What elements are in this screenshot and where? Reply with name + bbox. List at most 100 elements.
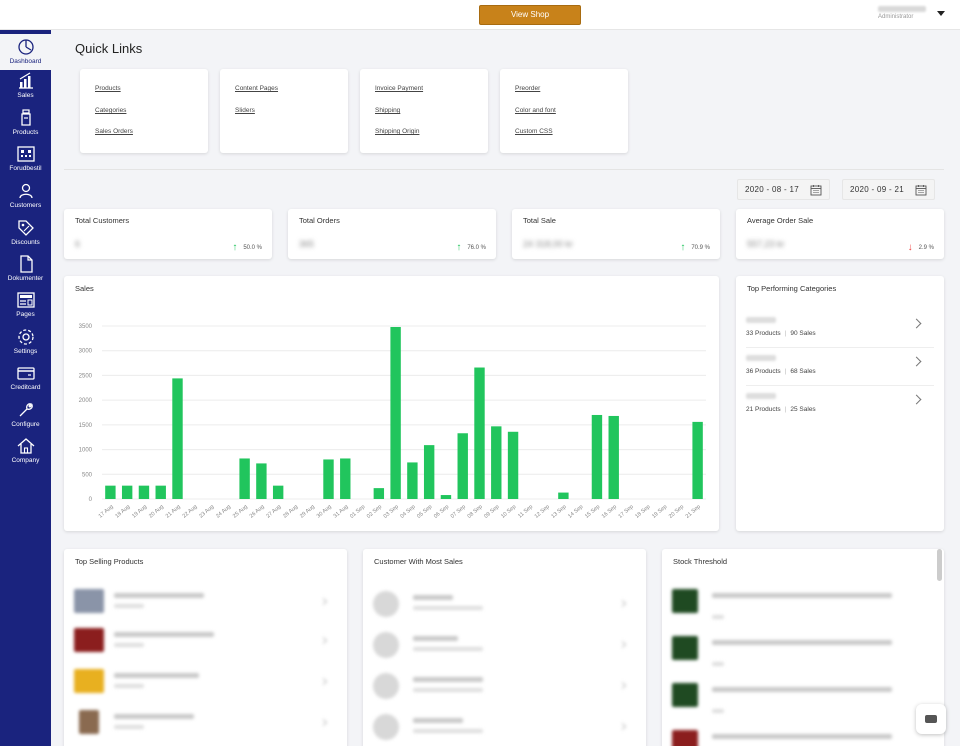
quick-link-preorder[interactable]: Preorder (515, 85, 540, 92)
category-row[interactable]: 33 Products | 90 Sales (746, 310, 934, 348)
list-item[interactable] (373, 710, 635, 746)
quick-links-card: Preorder Color and font Custom CSS (500, 69, 628, 153)
bar[interactable] (239, 458, 250, 499)
stat-change-value: 2.9 % (918, 245, 934, 251)
sidebar-item-creditcard[interactable]: Creditcard (0, 363, 51, 399)
document-icon (19, 255, 33, 273)
scrollbar-thumb[interactable] (937, 549, 942, 581)
chevron-right-icon[interactable] (911, 318, 922, 329)
bar[interactable] (172, 378, 183, 499)
list-item[interactable] (74, 624, 336, 660)
list-item[interactable] (672, 726, 934, 746)
category-row[interactable]: 36 Products | 68 Sales (746, 348, 934, 386)
sidebar-item-label: Settings (13, 348, 38, 355)
chevron-right-icon[interactable] (911, 394, 922, 405)
bar[interactable] (256, 463, 267, 499)
discounts-icon (17, 220, 34, 236)
stock-threshold-panel: Stock Threshold (662, 549, 944, 746)
sidebar-item-pages[interactable]: Pages (0, 290, 51, 326)
quick-link-shipping-origin[interactable]: Shipping Origin (375, 128, 419, 135)
quick-link-sales-orders[interactable]: Sales Orders (95, 128, 133, 135)
stat-change-value: 76.0 % (467, 245, 486, 251)
quick-link-custom-css[interactable]: Custom CSS (515, 128, 553, 135)
chevron-right-icon[interactable] (911, 356, 922, 367)
list-item[interactable] (74, 665, 336, 701)
bar[interactable] (440, 495, 452, 499)
bar[interactable] (323, 459, 334, 499)
stat-change: ↑ 76.0 % (456, 241, 486, 253)
bar[interactable] (558, 492, 569, 499)
quick-link-categories[interactable]: Categories (95, 107, 126, 114)
bar[interactable] (340, 458, 351, 499)
product-thumbnail (672, 683, 698, 707)
category-meta: 21 Products | 25 Sales (746, 406, 816, 413)
bar[interactable] (407, 462, 418, 499)
bar[interactable] (121, 485, 133, 499)
bar[interactable] (138, 485, 150, 499)
sidebar-item-dashboard[interactable]: Dashboard (0, 34, 51, 70)
bar[interactable] (457, 433, 468, 499)
list-item[interactable] (672, 632, 934, 668)
x-tick-label: 25 Aug (232, 504, 249, 520)
bar[interactable] (105, 485, 116, 499)
item-subtitle (413, 729, 483, 733)
top-selling-products-panel: Top Selling Products (64, 549, 347, 746)
product-thumbnail (74, 589, 104, 613)
quick-link-color-and-font[interactable]: Color and font (515, 107, 556, 114)
sidebar-item-customers[interactable]: Customers (0, 181, 51, 217)
date-from-picker[interactable]: 2020 - 08 - 17 (737, 179, 830, 200)
view-shop-button[interactable]: View Shop (479, 5, 581, 25)
top-bar: View Shop Administrator (0, 0, 960, 30)
x-tick-label: 04 Sep (399, 504, 416, 520)
bar[interactable] (272, 485, 284, 499)
sidebar-item-products[interactable]: Products (0, 108, 51, 144)
sidebar-item-company[interactable]: Company (0, 436, 51, 472)
date-to-picker[interactable]: 2020 - 09 - 21 (842, 179, 935, 200)
bar[interactable] (608, 415, 619, 499)
bar[interactable] (591, 414, 603, 499)
sidebar-item-discounts[interactable]: Discounts (0, 218, 51, 254)
item-title (413, 677, 483, 682)
x-tick-label: 21 Aug (165, 504, 182, 520)
list-item[interactable] (672, 585, 934, 621)
x-tick-label: 22 Aug (182, 504, 199, 520)
category-row[interactable]: 21 Products | 25 Sales (746, 386, 934, 424)
bar[interactable] (507, 431, 519, 499)
bar[interactable] (692, 421, 703, 499)
list-item[interactable] (373, 587, 635, 623)
quick-link-shipping[interactable]: Shipping (375, 107, 400, 114)
product-thumbnail (79, 710, 99, 734)
sidebar-item-forudbestil[interactable]: Forudbestil (0, 144, 51, 180)
user-menu[interactable]: Administrator (878, 6, 928, 20)
list-item[interactable] (373, 669, 635, 705)
list-item[interactable] (74, 585, 336, 621)
pages-icon (16, 292, 35, 308)
quick-link-content-pages[interactable]: Content Pages (235, 85, 278, 92)
item-title (413, 636, 458, 641)
wrench-icon (19, 403, 33, 417)
sidebar-item-sales[interactable]: Sales (0, 71, 51, 107)
chat-button[interactable] (916, 704, 946, 734)
sidebar-item-settings[interactable]: Settings (0, 327, 51, 363)
quick-link-invoice-payment[interactable]: Invoice Payment (375, 85, 423, 92)
bar[interactable] (390, 326, 401, 499)
quick-link-sliders[interactable]: Sliders (235, 107, 255, 114)
category-sales: 90 Sales (790, 330, 816, 337)
bar[interactable] (423, 445, 435, 499)
bar[interactable] (373, 488, 385, 499)
list-item[interactable] (74, 706, 336, 742)
sidebar-item-label: Products (12, 129, 39, 136)
list-item[interactable] (373, 628, 635, 664)
bar[interactable] (155, 485, 166, 499)
calendar-icon[interactable] (915, 184, 927, 196)
sidebar-item-dokumenter[interactable]: Dokumenter (0, 254, 51, 290)
sidebar-item-configure[interactable]: Configure (0, 400, 51, 436)
quick-links-card: Content Pages Sliders (220, 69, 348, 153)
list-item[interactable] (672, 679, 934, 715)
bar[interactable] (474, 367, 485, 499)
caret-down-icon[interactable] (937, 11, 945, 16)
separator: | (784, 330, 787, 337)
bar[interactable] (491, 426, 502, 499)
quick-link-products[interactable]: Products (95, 85, 121, 92)
calendar-icon[interactable] (810, 184, 822, 196)
